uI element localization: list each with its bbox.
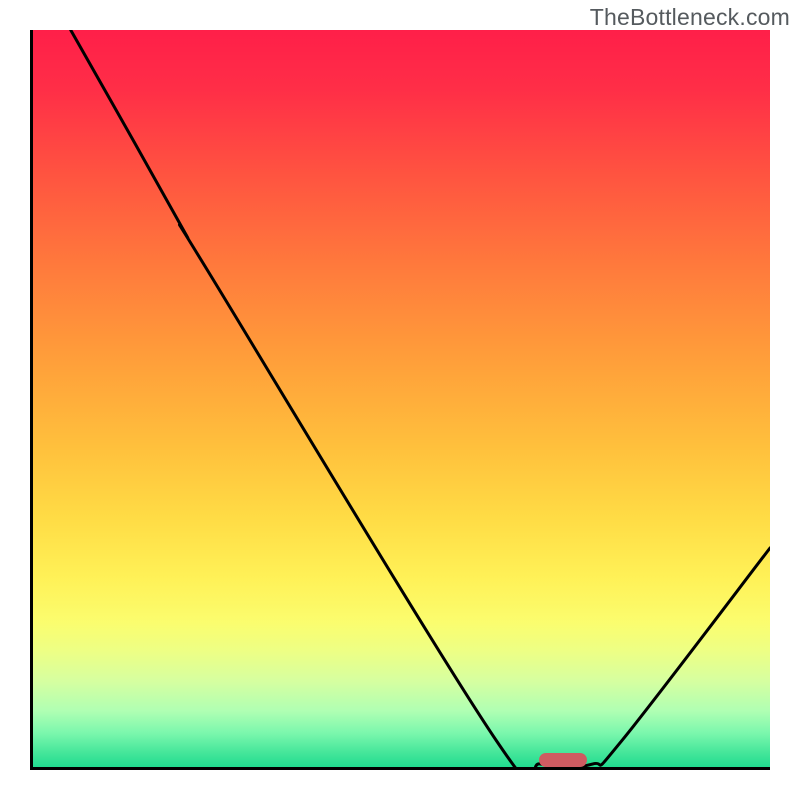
chart-container: TheBottleneck.com xyxy=(0,0,800,800)
plot-area xyxy=(30,30,770,770)
watermark-text: TheBottleneck.com xyxy=(590,4,790,31)
optimal-point-marker xyxy=(539,753,587,767)
bottleneck-curve xyxy=(30,30,770,770)
